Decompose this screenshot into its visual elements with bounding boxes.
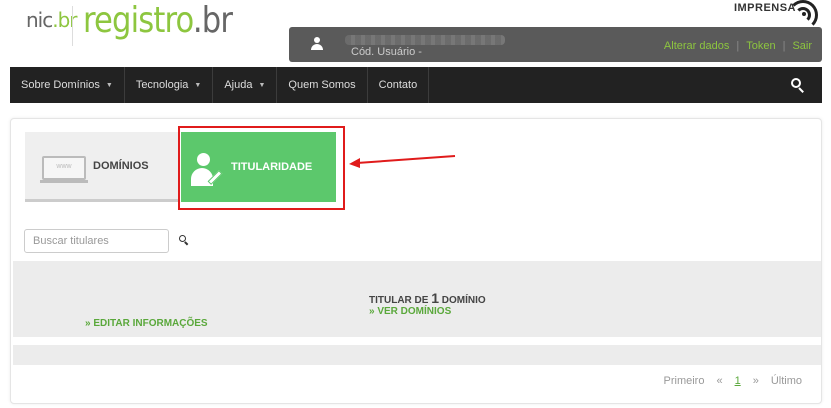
empty-row — [13, 345, 821, 365]
nav-quem-somos[interactable]: Quem Somos — [277, 67, 368, 103]
token-link[interactable]: Token — [746, 40, 775, 52]
titular-suffix: DOMÍNIO — [439, 295, 486, 306]
user-bar: Cód. Usuário - Alterar dados | Token | S… — [289, 27, 822, 62]
logo-divider — [72, 6, 73, 46]
nav-label: Quem Somos — [288, 79, 356, 91]
rss-icon — [788, 0, 818, 30]
editar-informacoes-link[interactable]: » EDITAR INFORMAÇÕES — [85, 318, 208, 329]
alterar-dados-link[interactable]: Alterar dados — [664, 40, 729, 52]
tab-dominios-label: DOMÍNIOS — [93, 160, 149, 172]
link-separator: | — [736, 40, 740, 52]
nav-sobre-dominios[interactable]: Sobre Domínios ▼ — [10, 67, 125, 103]
nav-label: Tecnologia — [135, 79, 189, 91]
pager-prev[interactable]: « — [716, 375, 722, 387]
search-titulares-input[interactable] — [24, 229, 169, 253]
logo-nic-text: nic — [26, 8, 53, 32]
sair-link[interactable]: Sair — [792, 40, 812, 52]
search-icon[interactable] — [179, 235, 189, 246]
logo-registro-text: registro — [83, 0, 194, 41]
pager-next[interactable]: » — [753, 375, 759, 387]
pager-first[interactable]: Primeiro — [664, 375, 705, 387]
nav-contato[interactable]: Contato — [368, 67, 430, 103]
user-links: Alterar dados | Token | Sair — [664, 40, 812, 52]
user-icon — [311, 37, 323, 51]
link-separator: | — [782, 40, 786, 52]
nav-label: Sobre Domínios — [21, 79, 100, 91]
tab-dominios[interactable]: www DOMÍNIOS — [25, 132, 178, 202]
caret-down-icon: ▼ — [258, 81, 266, 89]
user-name-redacted — [345, 35, 505, 45]
titular-count: TITULAR DE 1 DOMÍNIO — [369, 290, 486, 306]
nav-label: Ajuda — [224, 79, 253, 91]
main-nav: Sobre Domínios ▼ Tecnologia ▼ Ajuda ▼ Quem … — [10, 67, 822, 103]
monitor-icon: www — [40, 156, 88, 183]
logo-registro-suffix: .br — [192, 0, 233, 41]
search-icon[interactable] — [791, 78, 805, 93]
titular-prefix: TITULAR DE — [369, 295, 432, 306]
titular-count-number: 1 — [431, 290, 440, 306]
titular-row: » EDITAR INFORMAÇÕES TITULAR DE 1 DOMÍNI… — [13, 261, 821, 337]
ver-dominios-link[interactable]: » VER DOMÍNIOS — [369, 306, 451, 317]
nav-label: Contato — [378, 79, 418, 91]
user-code: Cód. Usuário - — [351, 46, 422, 58]
main-panel: www DOMÍNIOS TITULARIDADE » EDITAR INFOR… — [10, 118, 822, 404]
pager-current[interactable]: 1 — [735, 375, 741, 387]
imprensa-link[interactable]: IMPRENSA — [733, 0, 818, 30]
pagination: Primeiro « 1 » Último — [652, 375, 803, 387]
page: nic.br registro.br IMPRENSA Cód. Usuário… — [0, 0, 831, 408]
nic-br-logo[interactable]: nic.br — [26, 8, 78, 32]
imprensa-label: IMPRENSA — [733, 2, 796, 14]
registro-br-logo[interactable]: registro.br — [83, 0, 233, 41]
nav-ajuda[interactable]: Ajuda ▼ — [213, 67, 278, 103]
highlight-box — [178, 126, 345, 210]
caret-down-icon: ▼ — [194, 81, 202, 89]
monitor-icon-text: www — [56, 163, 72, 170]
annotation-arrow — [349, 155, 456, 168]
pager-last[interactable]: Último — [771, 375, 802, 387]
nav-tecnologia[interactable]: Tecnologia ▼ — [125, 67, 214, 103]
caret-down-icon: ▼ — [105, 81, 113, 89]
